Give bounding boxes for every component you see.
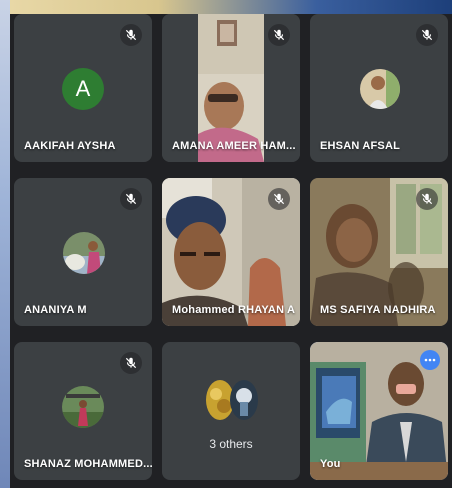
- participant-name: EHSAN AFSAL: [320, 140, 401, 152]
- avatar: [63, 232, 105, 274]
- participant-name: Mohammed RHAYAN A: [172, 304, 296, 316]
- mic-off-icon: [268, 24, 290, 46]
- participant-tile-shanaz[interactable]: SHANAZ MOHAMMED...: [14, 342, 152, 480]
- self-view-tile[interactable]: You: [310, 342, 448, 480]
- avatar: [62, 386, 104, 428]
- participant-tile-aakifah[interactable]: A AAKIFAH AYSHA: [14, 14, 152, 162]
- participant-name: MS SAFIYA NADHIRA: [320, 304, 436, 316]
- participant-tile-ehsan[interactable]: EHSAN AFSAL: [310, 14, 448, 162]
- more-options-icon[interactable]: [420, 350, 440, 370]
- mic-off-icon: [120, 188, 142, 210]
- mic-off-icon: [120, 352, 142, 374]
- others-count-label: 3 others: [209, 437, 253, 451]
- participant-name: AMANA AMEER HAM...: [172, 140, 296, 152]
- participant-tile-safiya[interactable]: MS SAFIYA NADHIRA: [310, 178, 448, 326]
- participant-name: AAKIFAH AYSHA: [24, 140, 116, 152]
- avatar: [230, 380, 258, 420]
- mic-off-icon: [268, 188, 290, 210]
- mic-off-icon: [416, 188, 438, 210]
- background-side-strip: [0, 0, 10, 488]
- participant-tile-rhayan[interactable]: Mohammed RHAYAN A: [162, 178, 300, 326]
- avatar: A: [62, 68, 104, 110]
- avatar: [360, 69, 400, 109]
- background-top-strip: [0, 0, 452, 14]
- mic-off-icon: [120, 24, 142, 46]
- participant-tile-ananiya[interactable]: ANANIYA M: [14, 178, 152, 326]
- participant-name: SHANAZ MOHAMMED...: [24, 458, 152, 470]
- mic-off-icon: [416, 24, 438, 46]
- participant-tile-amana[interactable]: AMANA AMEER HAM...: [162, 14, 300, 162]
- participant-name: You: [320, 458, 341, 470]
- participant-name: ANANIYA M: [24, 304, 87, 316]
- others-tile[interactable]: 3 others: [162, 342, 300, 480]
